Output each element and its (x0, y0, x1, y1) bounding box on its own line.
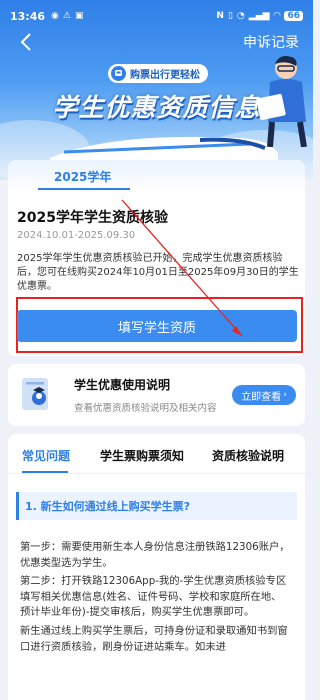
tab-ticket-notice[interactable]: 学生票购票须知 (100, 447, 184, 464)
usage-guide-card[interactable]: 学生优惠使用说明 查看优惠资质核验说明及相关内容 立即查看 › (8, 364, 305, 426)
signal-icon: ▂▄▆ (248, 11, 270, 21)
faq-question[interactable]: 1. 新生如何通过线上购买学生票? (16, 492, 297, 520)
answer-paragraph: 新生通过线上购买学生票后，可持身份证和录取通知书到窗口进行资质核验，刷身份证进站… (20, 624, 288, 653)
view-now-label: 立即查看 (241, 391, 282, 403)
promo-pill: 购票出行更轻松 (108, 64, 208, 83)
hero-banner: 13:46 ◉ ⚠ ▣ N ▯ ◔ ▂▄▆ ◠ 66 申诉记录 购票出行更轻松 … (0, 0, 313, 180)
student-illustration (258, 56, 307, 147)
faq-tabs: 常见问题 学生票购票须知 资质核验说明 (8, 434, 305, 474)
back-button[interactable] (14, 30, 38, 54)
guide-title: 学生优惠使用说明 (74, 378, 171, 392)
wifi-icon: ◠ (273, 11, 281, 21)
fill-student-qualification-button[interactable]: 填写学生资质 (17, 310, 297, 342)
promo-pill-label: 购票出行更轻松 (130, 70, 200, 81)
alert-icon: ⚠ (62, 11, 71, 21)
chevron-left-icon (20, 33, 31, 51)
tab-indicator (22, 471, 68, 473)
guide-subtitle: 查看优惠资质核验说明及相关内容 (74, 403, 217, 414)
faq-section: 常见问题 学生票购票须知 资质核验说明 1. 新生如何通过线上购买学生票? 第一… (8, 434, 305, 700)
train-ticket-icon (111, 66, 126, 81)
tab-faq[interactable]: 常见问题 (22, 447, 70, 464)
chevron-right-icon: › (283, 390, 287, 400)
year-tab-bar: 2025学年 (8, 160, 305, 192)
view-now-button[interactable]: 立即查看 › (232, 385, 296, 405)
tab-year-2025[interactable]: 2025学年 (54, 168, 111, 185)
answer-paragraph: 第一步：需要使用新生本人身份信息注册铁路12306账户，优惠类型选为学生。 (20, 541, 290, 569)
student-guide-icon (22, 378, 48, 410)
vibrate-icon: ▯ (227, 11, 233, 21)
location-icon: ◉ (51, 11, 59, 21)
nfc-icon: N (216, 11, 224, 21)
card-date-range: 2024.10.01-2025.09.30 (17, 230, 136, 241)
system-icons: N ▯ ◔ ▂▄▆ ◠ 66 (216, 11, 303, 21)
notification-icons: ◉ ⚠ ▣ (51, 11, 83, 21)
answer-paragraph: 第二步：打开铁路12306App-我的-学生优惠资质核验专区填写相关优惠信息(姓… (20, 575, 287, 619)
alarm-icon: ◔ (236, 11, 245, 21)
tab-verification-info[interactable]: 资质核验说明 (212, 447, 284, 464)
faq-answer: 第一步：需要使用新生本人身份信息注册铁路12306账户，优惠类型选为学生。 第二… (20, 540, 290, 658)
card-title: 2025学年学生资质核验 (17, 210, 168, 226)
app-icon: ▣ (74, 11, 84, 21)
year-tab-indicator (38, 188, 130, 190)
status-time: 13:46 (10, 9, 46, 23)
appeal-records-button[interactable]: 申诉记录 (243, 32, 299, 52)
card-description: 2025学年学生优惠资质核验已开始，完成学生优惠资质核验后，您可在线购买2024… (17, 253, 299, 292)
battery-icon: 66 (284, 11, 303, 21)
